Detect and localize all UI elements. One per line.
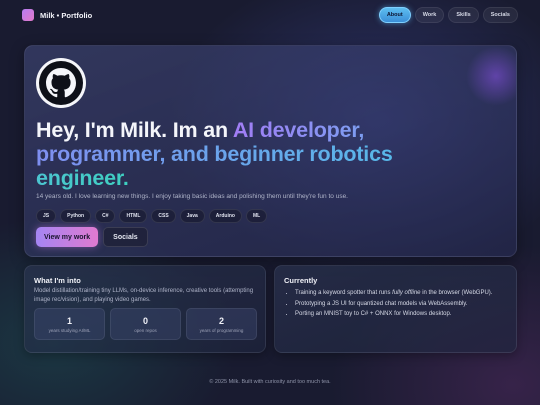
skill-tags: JS Python C# HTML CSS Java Arduino ML <box>36 209 268 223</box>
stat-value: 0 <box>142 315 148 326</box>
nav-link-socials[interactable]: Socials <box>482 7 518 23</box>
item-text-end: in the browser (WebGPU). <box>420 290 493 296</box>
stat-label: years studying AI/ML <box>48 327 91 333</box>
interests-title: What I'm into <box>34 276 81 285</box>
headline-highlight-ai: AI developer, <box>232 118 365 142</box>
currently-list: Training a keyword spotter that runs ful… <box>295 288 513 320</box>
item-text: Prototyping a JS UI for quantized chat m… <box>295 300 468 307</box>
list-item: Porting an MNIST toy to C# + ONNX for Wi… <box>295 309 513 320</box>
brand[interactable]: Milk • Portfolio <box>22 9 92 21</box>
nav-link-skills[interactable]: Skills <box>448 7 479 23</box>
item-text: Training a keyword spotter that runs <box>295 290 393 296</box>
item-emphasis: fully offline <box>392 290 421 296</box>
stats-row: 1 years studying AI/ML 0 open repos 2 ye… <box>34 308 257 340</box>
tag-ml: ML <box>245 209 268 223</box>
nav-link-work[interactable]: Work <box>414 7 445 23</box>
nav-link-about[interactable]: About <box>378 7 411 23</box>
socials-button[interactable]: Socials <box>103 227 148 247</box>
interests-description: Model distillation/training tiny LLMs, o… <box>34 288 254 303</box>
tag-html: HTML <box>119 209 148 223</box>
tag-python: Python <box>60 209 92 223</box>
headline-highlight-engineer: engineer. <box>36 166 129 190</box>
tag-js: JS <box>36 209 57 223</box>
stat-ai-years: 1 years studying AI/ML <box>34 308 105 340</box>
hero-glow <box>466 46 516 106</box>
top-nav: Milk • Portfolio About Work Skills Socia… <box>0 0 540 30</box>
brand-name: Milk • Portfolio <box>40 10 93 20</box>
headline-intro: Hey, I'm Milk. Im an <box>36 118 233 142</box>
stat-value: 2 <box>218 315 224 326</box>
view-work-button[interactable]: View my work <box>36 227 99 247</box>
currently-title: Currently <box>284 276 318 285</box>
stat-open-repos: 0 open repos <box>110 308 181 340</box>
hero-bio: 14 years old. I love learning new things… <box>36 193 348 200</box>
tag-csharp: C# <box>95 209 116 223</box>
headline-highlight-programmer: programmer, and beginner robotics <box>36 142 393 166</box>
tag-arduino: Arduino <box>208 209 242 223</box>
footer: © 2025 Milk. Built with curiosity and to… <box>209 379 331 385</box>
stat-label: open repos <box>134 327 157 333</box>
github-octocat-icon <box>39 61 83 105</box>
tag-java: Java <box>179 209 205 223</box>
hero-card: Hey, I'm Milk. Im an AI developer, progr… <box>24 45 517 257</box>
stat-programming-years: 2 years of programming <box>186 308 257 340</box>
nav-links: About Work Skills Socials <box>378 7 518 23</box>
brand-logo-icon <box>22 9 34 21</box>
item-text: Porting an MNIST toy to C# + ONNX for Wi… <box>295 311 452 317</box>
list-item: Prototyping a JS UI for quantized chat m… <box>295 299 513 310</box>
currently-card: Currently Training a keyword spotter tha… <box>274 265 517 353</box>
list-item: Training a keyword spotter that runs ful… <box>295 288 513 299</box>
avatar <box>36 58 86 108</box>
interests-card: What I'm into Model distillation/trainin… <box>24 265 266 353</box>
hero-headline: Hey, I'm Milk. Im an AI developer, progr… <box>36 118 506 190</box>
hero-actions: View my work Socials <box>36 227 148 247</box>
stat-value: 1 <box>66 315 72 326</box>
tag-css: CSS <box>151 209 176 223</box>
stat-label: years of programming <box>199 327 244 333</box>
